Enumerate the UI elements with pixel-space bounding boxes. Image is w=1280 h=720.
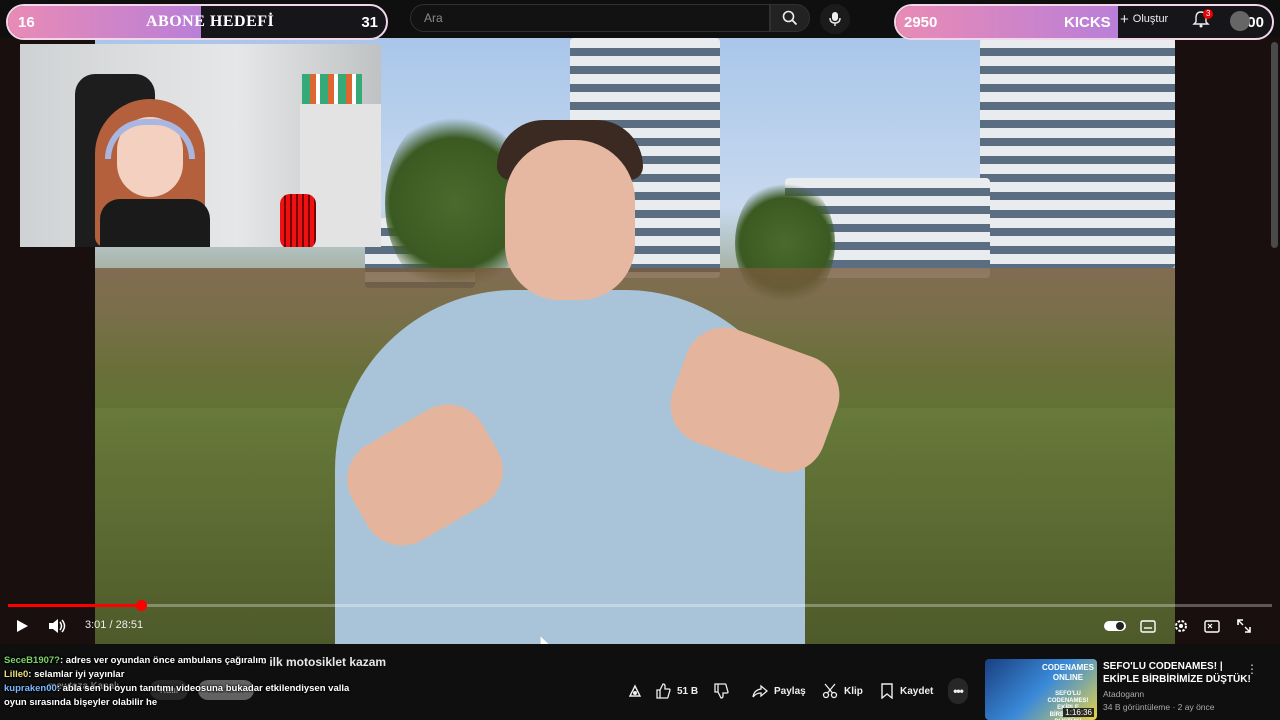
microphone: [280, 194, 316, 247]
scissors-icon: [822, 683, 838, 699]
chat-text: : selamlar iyi yayınlar: [28, 669, 125, 680]
subscriber-goal-target: 31: [361, 13, 378, 31]
search-box[interactable]: [410, 4, 770, 32]
chat-text: oyun sırasında bişeyler olabilir he: [4, 697, 158, 708]
search-input[interactable]: [411, 5, 769, 31]
time-display: 3:01 / 28:51: [85, 619, 143, 631]
seek-handle[interactable]: [135, 600, 147, 611]
play-icon: [17, 620, 28, 632]
remix-icon: [628, 684, 642, 697]
chat-text: : abla sen bi oyun tanıtımı videosuna bu…: [56, 683, 350, 694]
search-icon: [782, 10, 798, 26]
settings-button[interactable]: [1170, 615, 1192, 637]
miniplayer-button[interactable]: [1202, 615, 1222, 637]
chat-overlay: SeceB1907?: adres ver oyundan önce ambul…: [4, 654, 424, 710]
recommended-meta: 34 B görüntüleme · 2 ay önce: [1103, 702, 1215, 712]
video-info-area: - ilk motosiklet kazam mewtoza Kanalı Ka…: [0, 644, 1280, 720]
chat-username: Lille0: [4, 669, 29, 680]
thumbs-down-icon: [714, 683, 729, 699]
recommended-thumbnail[interactable]: CODENAMES ONLINE SEFO'LU CODENAMES! EKİP…: [985, 659, 1097, 720]
time-total: 28:51: [115, 619, 144, 631]
save-button[interactable]: Kaydet: [880, 678, 933, 704]
kicks-goal-bar: 2950 KICKS 5000: [894, 4, 1274, 40]
bookmark-icon: [881, 683, 893, 699]
top-bar: 16 ABONE HEDEFİ 31 2950 KICKS 5000 + Olu…: [0, 0, 1280, 40]
search-button[interactable]: [770, 4, 810, 32]
screen: 16 ABONE HEDEFİ 31 2950 KICKS 5000 + Olu…: [0, 0, 1280, 720]
more-vertical-icon[interactable]: ⋮: [1246, 662, 1258, 676]
streamer-body: [100, 199, 210, 247]
chat-message: Lille0: selamlar iyi yayınlar: [4, 668, 424, 682]
subscriber-goal-bar: 16 ABONE HEDEFİ 31: [6, 4, 388, 40]
clip-label: Klip: [844, 685, 863, 697]
microphone-icon: [829, 12, 841, 26]
player-controls: 3:01 / 28:51: [0, 612, 1280, 640]
chat-message: oyun sırasında bişeyler olabilir he: [4, 696, 424, 710]
create-button[interactable]: + Oluştur: [1120, 8, 1168, 30]
clip-button[interactable]: Klip: [822, 678, 863, 704]
thumbnail-title: CODENAMES ONLINE: [1041, 663, 1094, 682]
gear-icon: [1175, 620, 1187, 632]
toggle-icon: [1104, 621, 1126, 631]
share-icon: [752, 684, 768, 698]
like-button[interactable]: 51 B: [655, 678, 698, 704]
create-label: Oluştur: [1132, 13, 1169, 25]
recommended-channel[interactable]: Atadogann: [1103, 689, 1144, 699]
video-player[interactable]: [0, 38, 1280, 644]
chat-username: SeceB1907?: [4, 655, 60, 666]
dislike-button[interactable]: [713, 678, 729, 704]
fullscreen-button[interactable]: [1234, 615, 1254, 637]
scrollbar[interactable]: [1271, 42, 1278, 248]
building: [980, 38, 1175, 268]
subtitles-button[interactable]: [1138, 615, 1158, 637]
volume-button[interactable]: [46, 615, 68, 637]
save-label: Kaydet: [900, 685, 934, 697]
webcam-bottles: [302, 74, 362, 104]
miniplayer-icon: [1204, 619, 1220, 633]
chat-username: kupraken00: [4, 683, 57, 694]
remix-button[interactable]: [627, 678, 643, 704]
voice-search-button[interactable]: [820, 4, 850, 34]
subscriber-goal-title: ABONE HEDEFİ: [146, 13, 275, 30]
fullscreen-icon: [1237, 619, 1251, 633]
kicks-goal-title: KICKS: [1064, 13, 1111, 31]
subscriber-goal-current: 16: [18, 13, 35, 31]
play-button[interactable]: [12, 615, 32, 637]
like-count: 51 B: [677, 685, 699, 697]
plus-icon: +: [1120, 10, 1129, 28]
recommended-title[interactable]: SEFO'LU CODENAMES! | EKİPLE BİRBİRİMİZE …: [1103, 660, 1253, 686]
chat-message: kupraken00: abla sen bi oyun tanıtımı vi…: [4, 682, 424, 696]
seek-bar-played: [8, 604, 141, 607]
volume-icon: [49, 619, 66, 633]
recommended-video[interactable]: CODENAMES ONLINE SEFO'LU CODENAMES! EKİP…: [985, 659, 1275, 720]
share-label: Paylaş: [774, 685, 806, 697]
chat-text: : adres ver oyundan önce ambulans çağıra…: [59, 655, 267, 666]
face: [505, 140, 635, 300]
seek-bar[interactable]: [8, 600, 1272, 611]
autoplay-toggle[interactable]: [1103, 615, 1127, 637]
time-current: 3:01: [85, 619, 107, 631]
share-button[interactable]: Paylaş: [752, 678, 806, 704]
video-duration: 1:16:36: [1063, 708, 1094, 717]
more-actions-button[interactable]: •••: [948, 678, 968, 704]
subtitles-icon: [1140, 619, 1156, 633]
kicks-goal-current: 2950: [904, 13, 938, 31]
avatar[interactable]: [1230, 11, 1250, 31]
chat-message: SeceB1907?: adres ver oyundan önce ambul…: [4, 654, 424, 668]
webcam-overlay: [20, 44, 381, 247]
more-icon: •••: [953, 684, 964, 698]
streamer: [95, 99, 215, 247]
thumbs-up-icon: [656, 683, 671, 699]
